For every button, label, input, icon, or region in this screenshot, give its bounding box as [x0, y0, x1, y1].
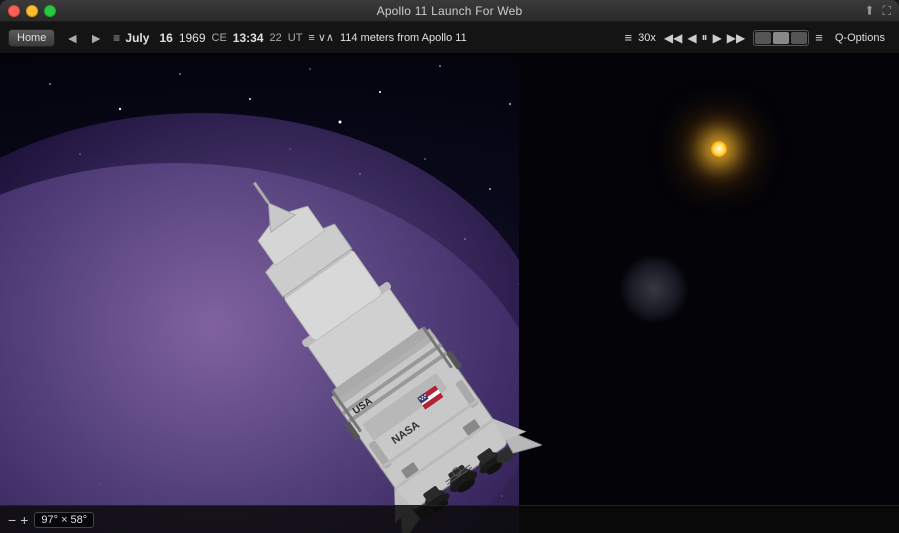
traffic-lights [8, 5, 56, 17]
date-display: ≡ July 16 [113, 31, 173, 45]
year-display: 1969 [179, 31, 206, 45]
fast-forward-button[interactable]: ▶▶ [725, 31, 747, 45]
nav-controls: ◄ ► [61, 28, 107, 48]
home-button[interactable]: Home [8, 29, 55, 47]
sun-core [711, 141, 727, 157]
toolbar-right: ≡ 30x ◀◀ ◀ ⏸ ▶ ▶▶ ≡ Q-Options [625, 30, 892, 46]
zoom-level: 30x [638, 32, 656, 44]
view-mode-3[interactable] [791, 32, 807, 44]
right-menu-icon[interactable]: ≡ [625, 30, 633, 45]
view-mode-1[interactable] [755, 32, 771, 44]
window-controls-right: ⬆ ⛶ [865, 3, 891, 18]
fov-display: 97° × 58° [34, 512, 94, 528]
window-title: Apollo 11 Launch For Web [377, 4, 523, 18]
view-mode-icons [753, 30, 809, 46]
nav-left-icon[interactable]: ◄ [61, 28, 83, 48]
time-zone: UT [288, 32, 303, 44]
main-scene: NASA USA [0, 54, 899, 533]
minimize-button[interactable] [26, 5, 38, 17]
bottom-bar: − + 97° × 58° [0, 505, 899, 533]
distance-description: 114 meters from Apollo 11 [340, 32, 467, 44]
altitude-icon[interactable]: ∨∧ [318, 31, 334, 44]
share-icon[interactable]: ⬆ [865, 3, 875, 18]
fullscreen-icon[interactable]: ⛶ [883, 3, 891, 18]
view-mode-2[interactable] [773, 32, 789, 44]
sun [704, 134, 734, 164]
zoom-minus-button[interactable]: − [8, 513, 16, 527]
maximize-button[interactable] [44, 5, 56, 17]
time-seconds: 22 [270, 32, 282, 44]
pause-button[interactable]: ⏸ [700, 30, 710, 45]
era-display: CE [212, 32, 227, 44]
hamburger-icon[interactable]: ≡ [113, 31, 120, 45]
zoom-plus-button[interactable]: + [20, 513, 28, 527]
close-button[interactable] [8, 5, 20, 17]
q-options-button[interactable]: Q-Options [829, 30, 891, 46]
menu-icon[interactable]: ≡ [308, 32, 314, 44]
options-menu-icon[interactable]: ≡ [815, 30, 823, 45]
rewind-button[interactable]: ◀◀ [662, 31, 684, 45]
next-frame-button[interactable]: ▶ [711, 31, 724, 45]
view-icons-group: ≡ ∨∧ [308, 31, 334, 44]
nav-right-icon[interactable]: ► [85, 28, 107, 48]
zoom-controls: − + [8, 513, 28, 527]
prev-frame-button[interactable]: ◀ [685, 31, 698, 45]
title-bar: Apollo 11 Launch For Web ⬆ ⛶ [0, 0, 899, 22]
playback-controls: ◀◀ ◀ ⏸ ▶ ▶▶ [662, 30, 747, 45]
toolbar: Home ◄ ► ≡ July 16 1969 CE 13:34 22 UT ≡… [0, 22, 899, 54]
time-display: 13:34 [233, 31, 264, 45]
